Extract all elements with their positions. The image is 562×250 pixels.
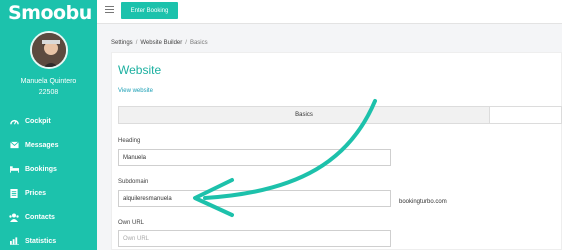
breadcrumb: Settings / Website Builder / Basics: [111, 40, 208, 46]
view-website-link[interactable]: View website: [118, 88, 153, 94]
dashboard-icon: [9, 116, 19, 126]
page-title: Website: [118, 63, 162, 77]
breadcrumb-basics: Basics: [189, 40, 208, 46]
list-icon: [9, 188, 19, 198]
own-url-label: Own URL: [118, 220, 145, 226]
sidebar-item-label: Prices: [25, 189, 47, 197]
heading-field[interactable]: Manuela: [118, 149, 391, 166]
avatar[interactable]: [30, 31, 68, 69]
subdomain-field[interactable]: alquileresmanuela: [118, 190, 391, 207]
user-id: 22508: [38, 89, 59, 96]
envelope-icon: [9, 140, 19, 150]
breadcrumb-website-builder[interactable]: Website Builder: [140, 40, 182, 46]
tab-basics[interactable]: Basics: [118, 106, 490, 124]
sidebar-item-cockpit[interactable]: Cockpit: [0, 111, 97, 131]
sidebar-item-label: Contacts: [25, 213, 55, 221]
tab-second[interactable]: [490, 106, 562, 124]
own-url-field[interactable]: Own URL: [118, 230, 391, 247]
sidebar-item-label: Statistics: [25, 237, 57, 245]
subdomain-label: Subdomain: [118, 179, 149, 185]
tab-bar: Basics: [118, 106, 562, 124]
sidebar-item-statistics[interactable]: Statistics: [0, 231, 97, 250]
sidebar-item-contacts[interactable]: Contacts: [0, 207, 97, 227]
sidebar-item-label: Messages: [25, 141, 59, 149]
bar-chart-icon: [9, 236, 19, 246]
enter-booking-button[interactable]: Enter Booking: [121, 2, 178, 19]
hamburger-menu-icon[interactable]: [105, 6, 114, 14]
bed-icon: [9, 164, 19, 174]
sidebar-item-bookings[interactable]: Bookings: [0, 159, 97, 179]
sidebar: Smoobu Manuela Quintero 22508 Cockpit Me…: [0, 0, 97, 250]
smoobu-logo[interactable]: Smoobu: [8, 2, 92, 24]
sidebar-item-messages[interactable]: Messages: [0, 135, 97, 155]
top-bar: Enter Booking: [97, 0, 562, 24]
user-name: Manuela Quintero: [20, 78, 77, 85]
heading-label: Heading: [118, 138, 141, 144]
breadcrumb-settings[interactable]: Settings: [111, 40, 133, 46]
subdomain-suffix: bookingturbo.com: [399, 199, 447, 205]
sidebar-item-label: Bookings: [25, 165, 57, 173]
sidebar-item-prices[interactable]: Prices: [0, 183, 97, 203]
sidebar-item-label: Cockpit: [25, 117, 51, 125]
contacts-icon: [9, 212, 19, 222]
